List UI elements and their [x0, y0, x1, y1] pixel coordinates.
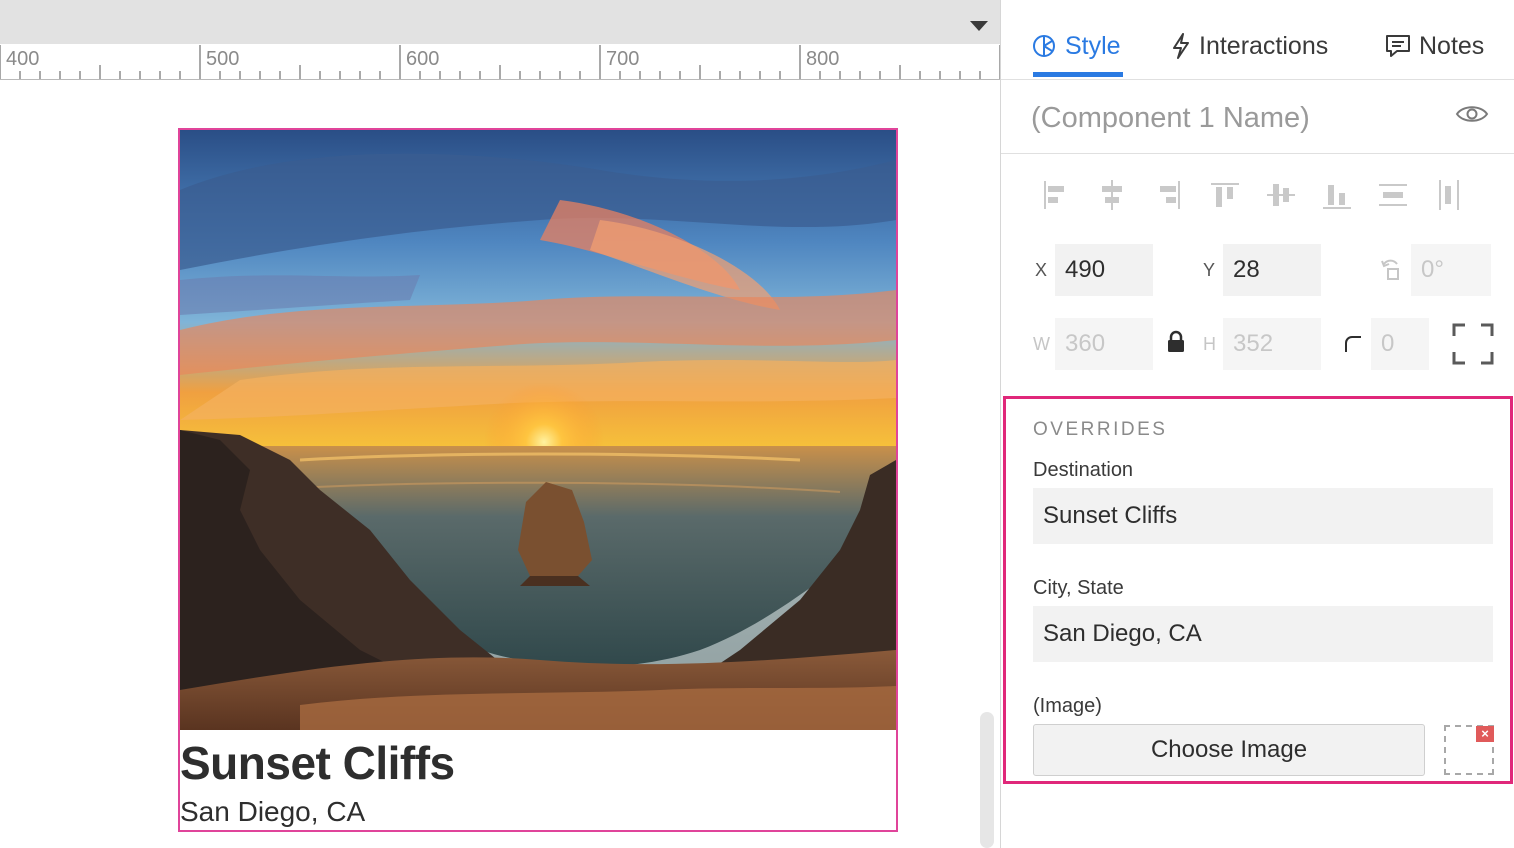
tab-interactions[interactable]: Interactions	[1171, 26, 1328, 66]
card-subtitle[interactable]: San Diego, CA	[180, 796, 365, 828]
dropdown-arrow-icon[interactable]	[970, 21, 988, 31]
tab-interactions-label: Interactions	[1199, 31, 1329, 60]
tab-notes[interactable]: Notes	[1385, 26, 1484, 66]
tab-style-label: Style	[1065, 31, 1121, 60]
choose-image-button[interactable]: Choose Image	[1033, 724, 1425, 776]
lightning-icon	[1173, 33, 1189, 59]
city-state-label: City, State	[1033, 577, 1124, 599]
h-label: H	[1203, 334, 1216, 354]
align-right-icon[interactable]	[1153, 178, 1183, 212]
align-left-icon[interactable]	[1041, 178, 1071, 212]
corner-radius-icon	[1345, 336, 1361, 352]
corner-radius-field[interactable]: 0	[1371, 318, 1429, 370]
style-icon	[1033, 35, 1055, 57]
x-field[interactable]: 490	[1055, 244, 1153, 296]
properties-panel: Style Interactions Notes (Component 1 Na…	[1000, 0, 1514, 848]
destination-label: Destination	[1033, 459, 1134, 481]
w-label: W	[1033, 334, 1050, 354]
w-field[interactable]: 360	[1055, 318, 1153, 370]
ruler-label-800: 800	[806, 48, 840, 70]
ruler-label-400: 400	[6, 48, 40, 70]
tab-style[interactable]: Style	[1031, 26, 1121, 66]
align-top-icon[interactable]	[1209, 178, 1239, 212]
tab-notes-label: Notes	[1419, 31, 1485, 60]
component-name-field[interactable]: (Component 1 Name)	[1031, 102, 1310, 135]
canvas-scrollbar[interactable]	[980, 712, 994, 848]
city-state-input[interactable]: San Diego, CA	[1033, 606, 1493, 662]
y-label: Y	[1203, 260, 1216, 280]
rotation-field[interactable]: 0°	[1411, 244, 1491, 296]
ruler-label-500: 500	[206, 48, 240, 70]
align-bottom-icon[interactable]	[1321, 178, 1351, 212]
horizontal-ruler: 400 500 600 700 800	[0, 44, 1000, 80]
distribute-horizontal-icon[interactable]	[1433, 178, 1463, 212]
ruler-label-700: 700	[606, 48, 640, 70]
rotate-icon	[1381, 259, 1399, 280]
align-middle-vertical-icon[interactable]	[1265, 178, 1295, 212]
remove-image-icon[interactable]: ×	[1476, 726, 1494, 742]
sunset-photo	[180, 130, 896, 730]
lock-icon[interactable]	[1165, 330, 1187, 354]
design-canvas[interactable]: 400 500 600 700 800 Sunset Cliffs San Di…	[0, 0, 1000, 848]
card-image[interactable]	[180, 130, 896, 730]
alignment-toolbar	[1041, 178, 1481, 218]
overrides-section: OVERRIDES Destination Sunset Cliffs City…	[1003, 396, 1513, 784]
component-name-row: (Component 1 Name)	[1001, 80, 1514, 154]
overrides-title: OVERRIDES	[1033, 419, 1168, 440]
active-tab-indicator	[1033, 72, 1123, 77]
eye-icon[interactable]	[1455, 102, 1489, 126]
y-field[interactable]: 28	[1223, 244, 1321, 296]
ruler-label-600: 600	[406, 48, 440, 70]
x-label: X	[1035, 260, 1048, 280]
notes-icon	[1386, 35, 1410, 57]
align-center-horizontal-icon[interactable]	[1097, 178, 1127, 212]
ruler-ticks	[0, 45, 1000, 79]
canvas-topbar	[0, 0, 1000, 44]
distribute-vertical-icon[interactable]	[1377, 178, 1407, 212]
card-title[interactable]: Sunset Cliffs	[180, 736, 455, 790]
destination-input[interactable]: Sunset Cliffs	[1033, 488, 1493, 544]
selected-component-card[interactable]: Sunset Cliffs San Diego, CA	[178, 128, 898, 832]
image-label: (Image)	[1033, 695, 1102, 717]
panel-tabs: Style Interactions Notes	[1001, 0, 1514, 80]
fit-bounds-icon[interactable]	[1451, 322, 1495, 366]
app-window: 400 500 600 700 800 Sunset Cliffs San Di…	[0, 0, 1514, 848]
h-field[interactable]: 352	[1223, 318, 1321, 370]
